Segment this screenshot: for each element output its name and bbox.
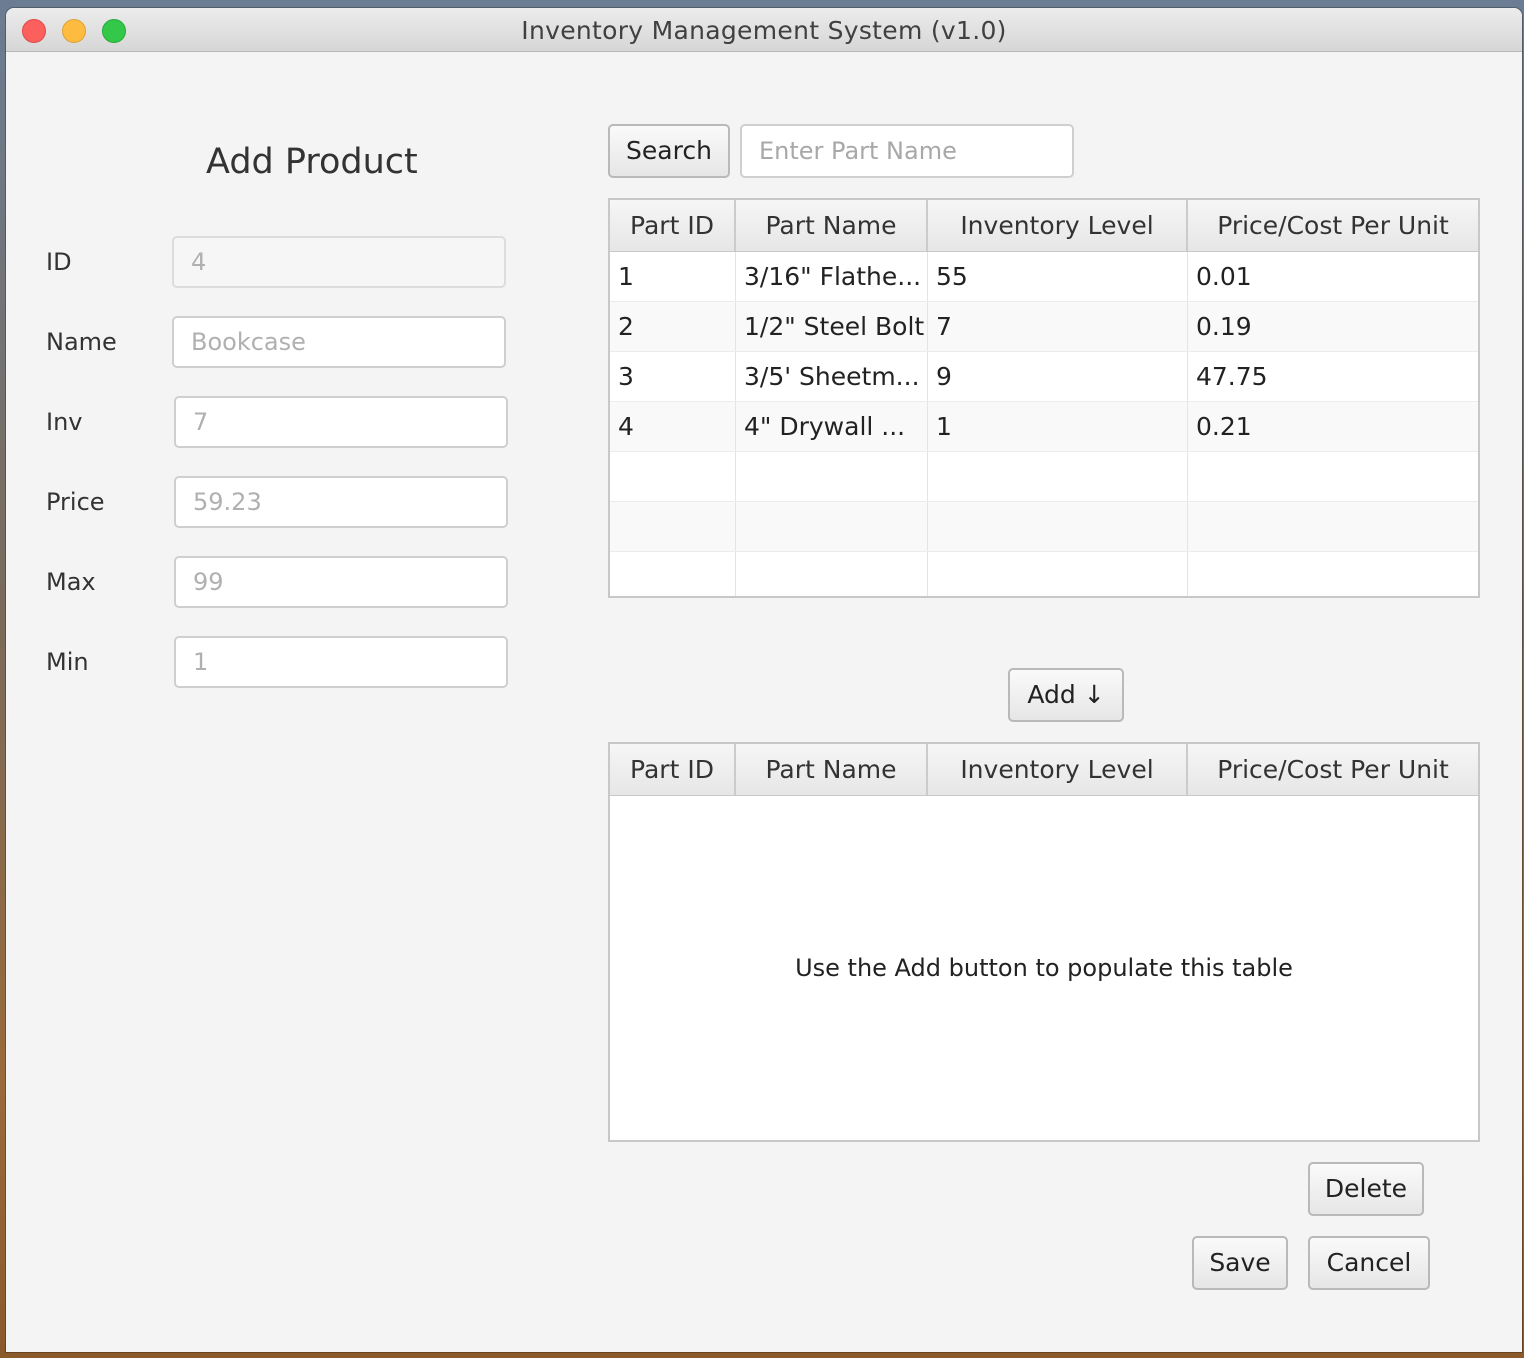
cell-part-name: 3/5' Sheetm... (736, 352, 928, 401)
column-header-inventory-level[interactable]: Inventory Level (928, 744, 1188, 795)
table-row[interactable]: 1 3/16" Flathe... 55 0.01 (610, 252, 1478, 302)
search-button[interactable]: Search (608, 124, 730, 178)
cell-price: 0.21 (1196, 412, 1252, 441)
add-button-label: Add (1027, 680, 1076, 709)
page-title: Add Product (206, 142, 418, 182)
column-header-part-name[interactable]: Part Name (736, 744, 928, 795)
name-label: Name (46, 328, 117, 356)
column-header-price[interactable]: Price/Cost Per Unit (1188, 744, 1478, 795)
cell-price: 0.19 (1196, 312, 1252, 341)
cell-inventory-level: 55 (928, 252, 1188, 301)
add-part-button[interactable]: Add ↓ (1008, 668, 1124, 722)
save-button[interactable]: Save (1192, 1236, 1288, 1290)
table-header: Part ID Part Name Inventory Level Price/… (610, 744, 1478, 796)
column-header-part-name[interactable]: Part Name (736, 200, 928, 251)
delete-button[interactable]: Delete (1308, 1162, 1424, 1216)
price-field[interactable]: 59.23 (174, 476, 508, 528)
max-field[interactable]: 99 (174, 556, 508, 608)
title-bar[interactable]: Inventory Management System (v1.0) (6, 8, 1522, 52)
column-header-inventory-level[interactable]: Inventory Level (928, 200, 1188, 251)
cell-part-id: 2 (610, 302, 736, 351)
cell-price: 47.75 (1196, 362, 1268, 391)
column-header-part-id[interactable]: Part ID (610, 200, 736, 251)
app-window: Inventory Management System (v1.0) Add P… (6, 8, 1522, 1352)
parts-table: Part ID Part Name Inventory Level Price/… (608, 198, 1480, 598)
cell-price: 0.01 (1196, 262, 1252, 291)
part-search-input[interactable]: Enter Part Name (740, 124, 1074, 178)
cell-part-id: 3 (610, 352, 736, 401)
cell-part-id: 4 (610, 402, 736, 451)
name-field[interactable]: Bookcase (172, 316, 506, 368)
table-row[interactable]: 4 4" Drywall ... 1 0.21 (610, 402, 1478, 452)
id-label: ID (46, 248, 72, 276)
cell-part-id: 1 (610, 252, 736, 301)
table-row[interactable]: 2 1/2" Steel Bolt 7 0.19 (610, 302, 1478, 352)
empty-table-row (610, 452, 1478, 502)
max-label: Max (46, 568, 96, 596)
empty-table-row (610, 552, 1478, 596)
window-title: Inventory Management System (v1.0) (521, 16, 1007, 45)
cell-part-name: 3/16" Flathe... (736, 252, 928, 301)
min-field[interactable]: 1 (174, 636, 508, 688)
cell-inventory-level: 1 (928, 402, 1188, 451)
cell-part-name: 4" Drywall ... (736, 402, 928, 451)
table-body: 1 3/16" Flathe... 55 0.01 2 1/2" Steel B… (610, 252, 1478, 596)
cell-part-name: 1/2" Steel Bolt (736, 302, 928, 351)
empty-table-placeholder: Use the Add button to populate this tabl… (795, 954, 1293, 982)
table-row[interactable]: 3 3/5' Sheetm... 9 47.75 (610, 352, 1478, 402)
arrow-down-icon: ↓ (1083, 680, 1105, 709)
table-header: Part ID Part Name Inventory Level Price/… (610, 200, 1478, 252)
cancel-button[interactable]: Cancel (1308, 1236, 1430, 1290)
min-label: Min (46, 648, 89, 676)
cell-inventory-level: 9 (928, 352, 1188, 401)
cell-inventory-level: 7 (928, 302, 1188, 351)
column-header-part-id[interactable]: Part ID (610, 744, 736, 795)
column-header-price[interactable]: Price/Cost Per Unit (1188, 200, 1478, 251)
empty-table-row (610, 502, 1478, 552)
inv-field[interactable]: 7 (174, 396, 508, 448)
price-label: Price (46, 488, 105, 516)
associated-parts-table: Part ID Part Name Inventory Level Price/… (608, 742, 1480, 1142)
inv-label: Inv (46, 408, 83, 436)
id-field: 4 (172, 236, 506, 288)
